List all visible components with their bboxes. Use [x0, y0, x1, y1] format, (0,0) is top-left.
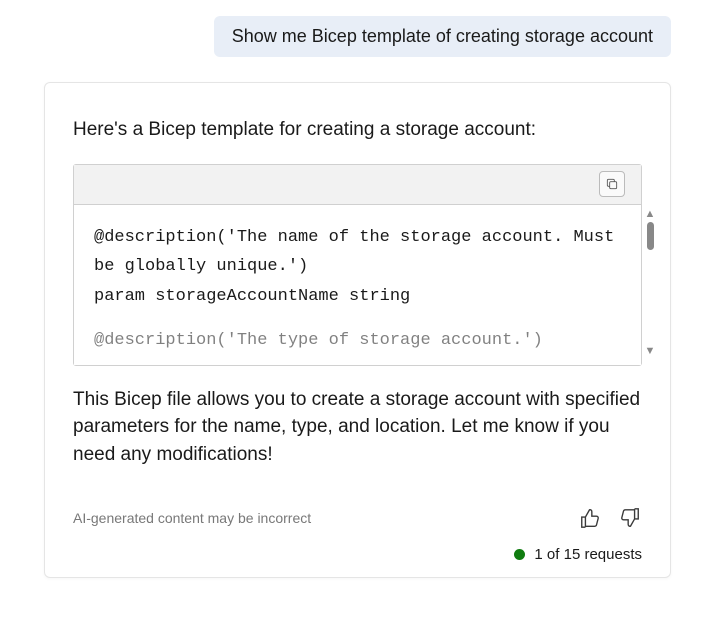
- assistant-response-card: Here's a Bicep template for creating a s…: [44, 82, 671, 578]
- requests-status: 1 of 15 requests: [73, 546, 642, 563]
- scroll-down-arrow[interactable]: ▼: [645, 346, 656, 357]
- copy-icon: [605, 177, 619, 191]
- code-line: @description('The name of the storage ac…: [94, 223, 621, 283]
- thumbs-down-button[interactable]: [618, 506, 642, 530]
- copy-button[interactable]: [599, 171, 625, 197]
- user-message-bubble: Show me Bicep template of creating stora…: [214, 16, 671, 57]
- thumbs-up-button[interactable]: [578, 506, 602, 530]
- user-message-text: Show me Bicep template of creating stora…: [232, 26, 653, 46]
- response-outro: This Bicep file allows you to create a s…: [73, 386, 642, 469]
- thumbs-down-icon: [619, 507, 641, 529]
- code-header: [74, 165, 641, 205]
- requests-count: 1 of 15 requests: [534, 546, 642, 563]
- thumbs-up-icon: [579, 507, 601, 529]
- response-intro: Here's a Bicep template for creating a s…: [73, 117, 642, 144]
- code-body[interactable]: @description('The name of the storage ac…: [74, 205, 641, 365]
- response-footer: AI-generated content may be incorrect: [73, 506, 642, 530]
- feedback-buttons: [578, 506, 642, 530]
- scrollbar[interactable]: ▲ ▼: [644, 209, 656, 357]
- status-dot-icon: [514, 549, 525, 560]
- code-line: param storageAccountName string: [94, 282, 621, 312]
- ai-disclaimer: AI-generated content may be incorrect: [73, 510, 311, 526]
- code-line: @description('The type of storage accoun…: [94, 326, 621, 356]
- code-block: @description('The name of the storage ac…: [73, 164, 642, 366]
- scroll-thumb[interactable]: [647, 222, 654, 250]
- scroll-up-arrow[interactable]: ▲: [645, 209, 656, 220]
- scroll-track[interactable]: [647, 222, 654, 344]
